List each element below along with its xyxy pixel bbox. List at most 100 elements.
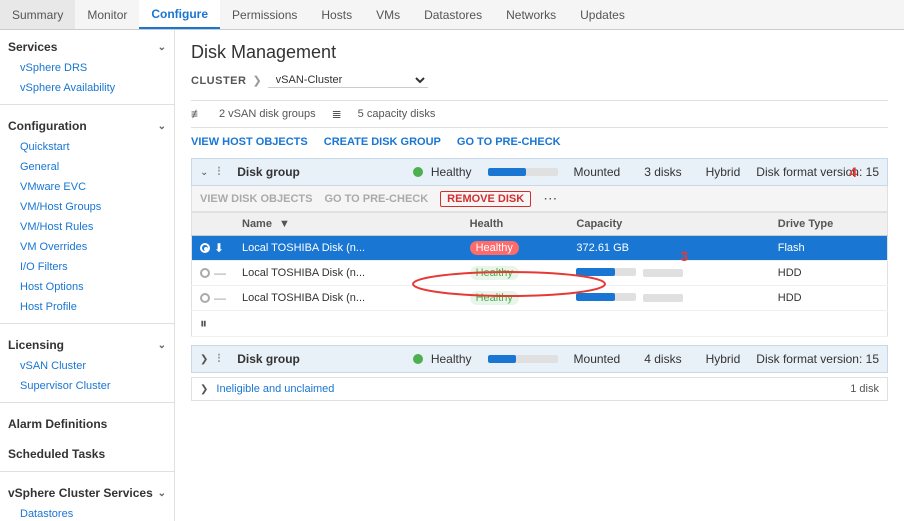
table-row[interactable]: ⬇ Local TOSHIBA Disk (n... Healthy 372.6… <box>192 236 888 261</box>
dg2-status: Healthy <box>431 352 472 366</box>
chevron-configuration-icon: ⌄ <box>158 121 166 132</box>
capacity-disks-count: 5 capacity disks <box>358 108 436 120</box>
row2-name: Local TOSHIBA Disk (n... <box>234 261 462 286</box>
dg1-expand-icon[interactable]: ⌄ <box>200 167 208 178</box>
ineligible-row[interactable]: ❯ Ineligible and unclaimed 1 disk <box>191 377 888 401</box>
sidebar-item-vsphere-drs[interactable]: vSphere DRS <box>0 58 174 78</box>
dg1-status-icon <box>413 167 423 177</box>
dg1-sub-actions: VIEW DISK OBJECTS GO TO PRE-CHECK REMOVE… <box>191 186 888 212</box>
dg2-disks: 4 disks <box>644 352 681 366</box>
row1-radio-cell: ⬇ <box>192 236 235 261</box>
section-configuration-label: Configuration <box>8 119 87 133</box>
chevron-services-icon: ⌄ <box>158 42 166 53</box>
capacity-disks-icon: ≣ <box>332 107 342 121</box>
sidebar-item-vm-overrides[interactable]: VM Overrides <box>0 237 174 257</box>
row3-radio-cell: — <box>192 286 235 311</box>
sidebar-item-host-profile[interactable]: Host Profile <box>0 297 174 317</box>
section-alarm-definitions: Alarm Definitions <box>0 407 174 437</box>
tab-permissions[interactable]: Permissions <box>220 0 309 29</box>
view-disk-objects-btn[interactable]: VIEW DISK OBJECTS <box>200 193 312 205</box>
table-row[interactable]: — Local TOSHIBA Disk (n... Healthy HDD <box>192 286 888 311</box>
row3-name: Local TOSHIBA Disk (n... <box>234 286 462 311</box>
row3-health: Healthy <box>462 286 569 311</box>
row1-drive-type: Flash <box>770 236 888 261</box>
sort-icon[interactable]: ▼ <box>279 218 290 230</box>
section-configuration-header[interactable]: Configuration ⌄ <box>0 115 174 137</box>
action-links: VIEW HOST OBJECTS CREATE DISK GROUP GO T… <box>191 136 888 148</box>
dg2-mounted: Mounted <box>574 352 621 366</box>
sidebar-item-vsphere-availability[interactable]: vSphere Availability <box>0 78 174 98</box>
section-alarm-definitions-header[interactable]: Alarm Definitions <box>0 413 174 435</box>
row3-health-badge: Healthy <box>470 291 519 305</box>
row2-drive-type: HDD <box>770 261 888 286</box>
section-services-label: Services <box>8 40 57 54</box>
row3-capacity <box>568 286 769 311</box>
row3-capacity-bar <box>576 293 636 301</box>
section-services: Services ⌄ vSphere DRS vSphere Availabil… <box>0 30 174 100</box>
tab-hosts[interactable]: Hosts <box>309 0 364 29</box>
breadcrumb-cluster-select[interactable]: vSAN-Cluster <box>268 73 428 88</box>
tab-monitor[interactable]: Monitor <box>75 0 139 29</box>
remove-disk-btn[interactable]: REMOVE DISK <box>440 191 531 207</box>
col-capacity: Capacity <box>568 213 769 236</box>
row1-capacity: 372.61 GB <box>568 236 769 261</box>
tab-datastores[interactable]: Datastores <box>412 0 494 29</box>
sidebar-item-general[interactable]: General <box>0 157 174 177</box>
row3-drive-type: HDD <box>770 286 888 311</box>
disk-group-1-header: ⌄ ⠇ Disk group Healthy Mounted 3 disks H… <box>191 158 888 186</box>
dg2-progress-bar <box>488 355 558 363</box>
create-disk-group-link[interactable]: CREATE DISK GROUP <box>324 136 441 148</box>
more-options-icon[interactable]: ⋯ <box>543 190 557 207</box>
summary-bar: ≢ 2 vSAN disk groups ≣ 5 capacity disks <box>191 100 888 128</box>
table-row[interactable]: — Local TOSHIBA Disk (n... Healthy HDD <box>192 261 888 286</box>
go-to-pre-check-link[interactable]: GO TO PRE-CHECK <box>457 136 561 148</box>
dg1-mounted: Mounted <box>574 165 621 179</box>
col-drive-type: Drive Type <box>770 213 888 236</box>
go-to-pre-check-btn[interactable]: GO TO PRE-CHECK <box>324 193 428 205</box>
dg2-format-version: Disk format version: 15 <box>756 352 879 366</box>
pause-icon: ⏸ <box>200 315 207 331</box>
dg2-type: Hybrid <box>706 352 741 366</box>
sidebar-item-vsan-cluster[interactable]: vSAN Cluster <box>0 356 174 376</box>
section-services-header[interactable]: Services ⌄ <box>0 36 174 58</box>
tab-configure[interactable]: Configure <box>139 0 220 29</box>
dg2-expand-icon[interactable]: ❯ <box>200 354 208 365</box>
disk-group-1: ⌄ ⠇ Disk group Healthy Mounted 3 disks H… <box>191 158 888 337</box>
sidebar-item-vmhost-rules[interactable]: VM/Host Rules <box>0 217 174 237</box>
sidebar-item-supervisor-cluster[interactable]: Supervisor Cluster <box>0 376 174 396</box>
dg1-format-version: Disk format version: 15 <box>756 165 879 179</box>
row2-radio-cell: — <box>192 261 235 286</box>
tab-updates[interactable]: Updates <box>568 0 637 29</box>
section-scheduled-tasks-label: Scheduled Tasks <box>8 447 105 461</box>
section-vsphere-cluster-services-label: vSphere Cluster Services <box>8 486 153 500</box>
tab-networks[interactable]: Networks <box>494 0 568 29</box>
dg2-drag-icon: ⠇ <box>216 352 225 366</box>
sidebar: Services ⌄ vSphere DRS vSphere Availabil… <box>0 30 175 521</box>
breadcrumb-arrow-icon: ❯ <box>252 74 261 87</box>
section-licensing-header[interactable]: Licensing ⌄ <box>0 334 174 356</box>
section-vsphere-cluster-services-header[interactable]: vSphere Cluster Services ⌄ <box>0 482 174 504</box>
sidebar-item-quickstart[interactable]: Quickstart <box>0 137 174 157</box>
table-row-pause: ⏸ <box>192 311 888 337</box>
section-configuration: Configuration ⌄ Quickstart General VMwar… <box>0 109 174 319</box>
tab-summary[interactable]: Summary <box>0 0 75 29</box>
sidebar-item-vmware-evc[interactable]: VMware EVC <box>0 177 174 197</box>
section-scheduled-tasks: Scheduled Tasks <box>0 437 174 467</box>
sidebar-item-datastores[interactable]: Datastores <box>0 504 174 521</box>
ineligible-disks: 1 disk <box>850 383 879 395</box>
disk-groups-icon: ≢ <box>191 107 203 121</box>
chevron-vsphere-cluster-services-icon: ⌄ <box>158 488 166 499</box>
section-alarm-definitions-label: Alarm Definitions <box>8 417 107 431</box>
view-host-objects-link[interactable]: VIEW HOST OBJECTS <box>191 136 308 148</box>
section-scheduled-tasks-header[interactable]: Scheduled Tasks <box>0 443 174 465</box>
dg1-progress <box>488 168 558 176</box>
sidebar-item-io-filters[interactable]: I/O Filters <box>0 257 174 277</box>
col-name: Name ▼ <box>234 213 462 236</box>
tab-vms[interactable]: VMs <box>364 0 412 29</box>
row1-name: Local TOSHIBA Disk (n... <box>234 236 462 261</box>
main-content: Disk Management CLUSTER ❯ vSAN-Cluster ≢… <box>175 30 904 521</box>
sidebar-item-vmhost-groups[interactable]: VM/Host Groups <box>0 197 174 217</box>
sidebar-item-host-options[interactable]: Host Options <box>0 277 174 297</box>
disk-table-1: Name ▼ Health Capacity Drive Type <box>191 212 888 337</box>
dg1-label: Disk group <box>237 165 405 179</box>
